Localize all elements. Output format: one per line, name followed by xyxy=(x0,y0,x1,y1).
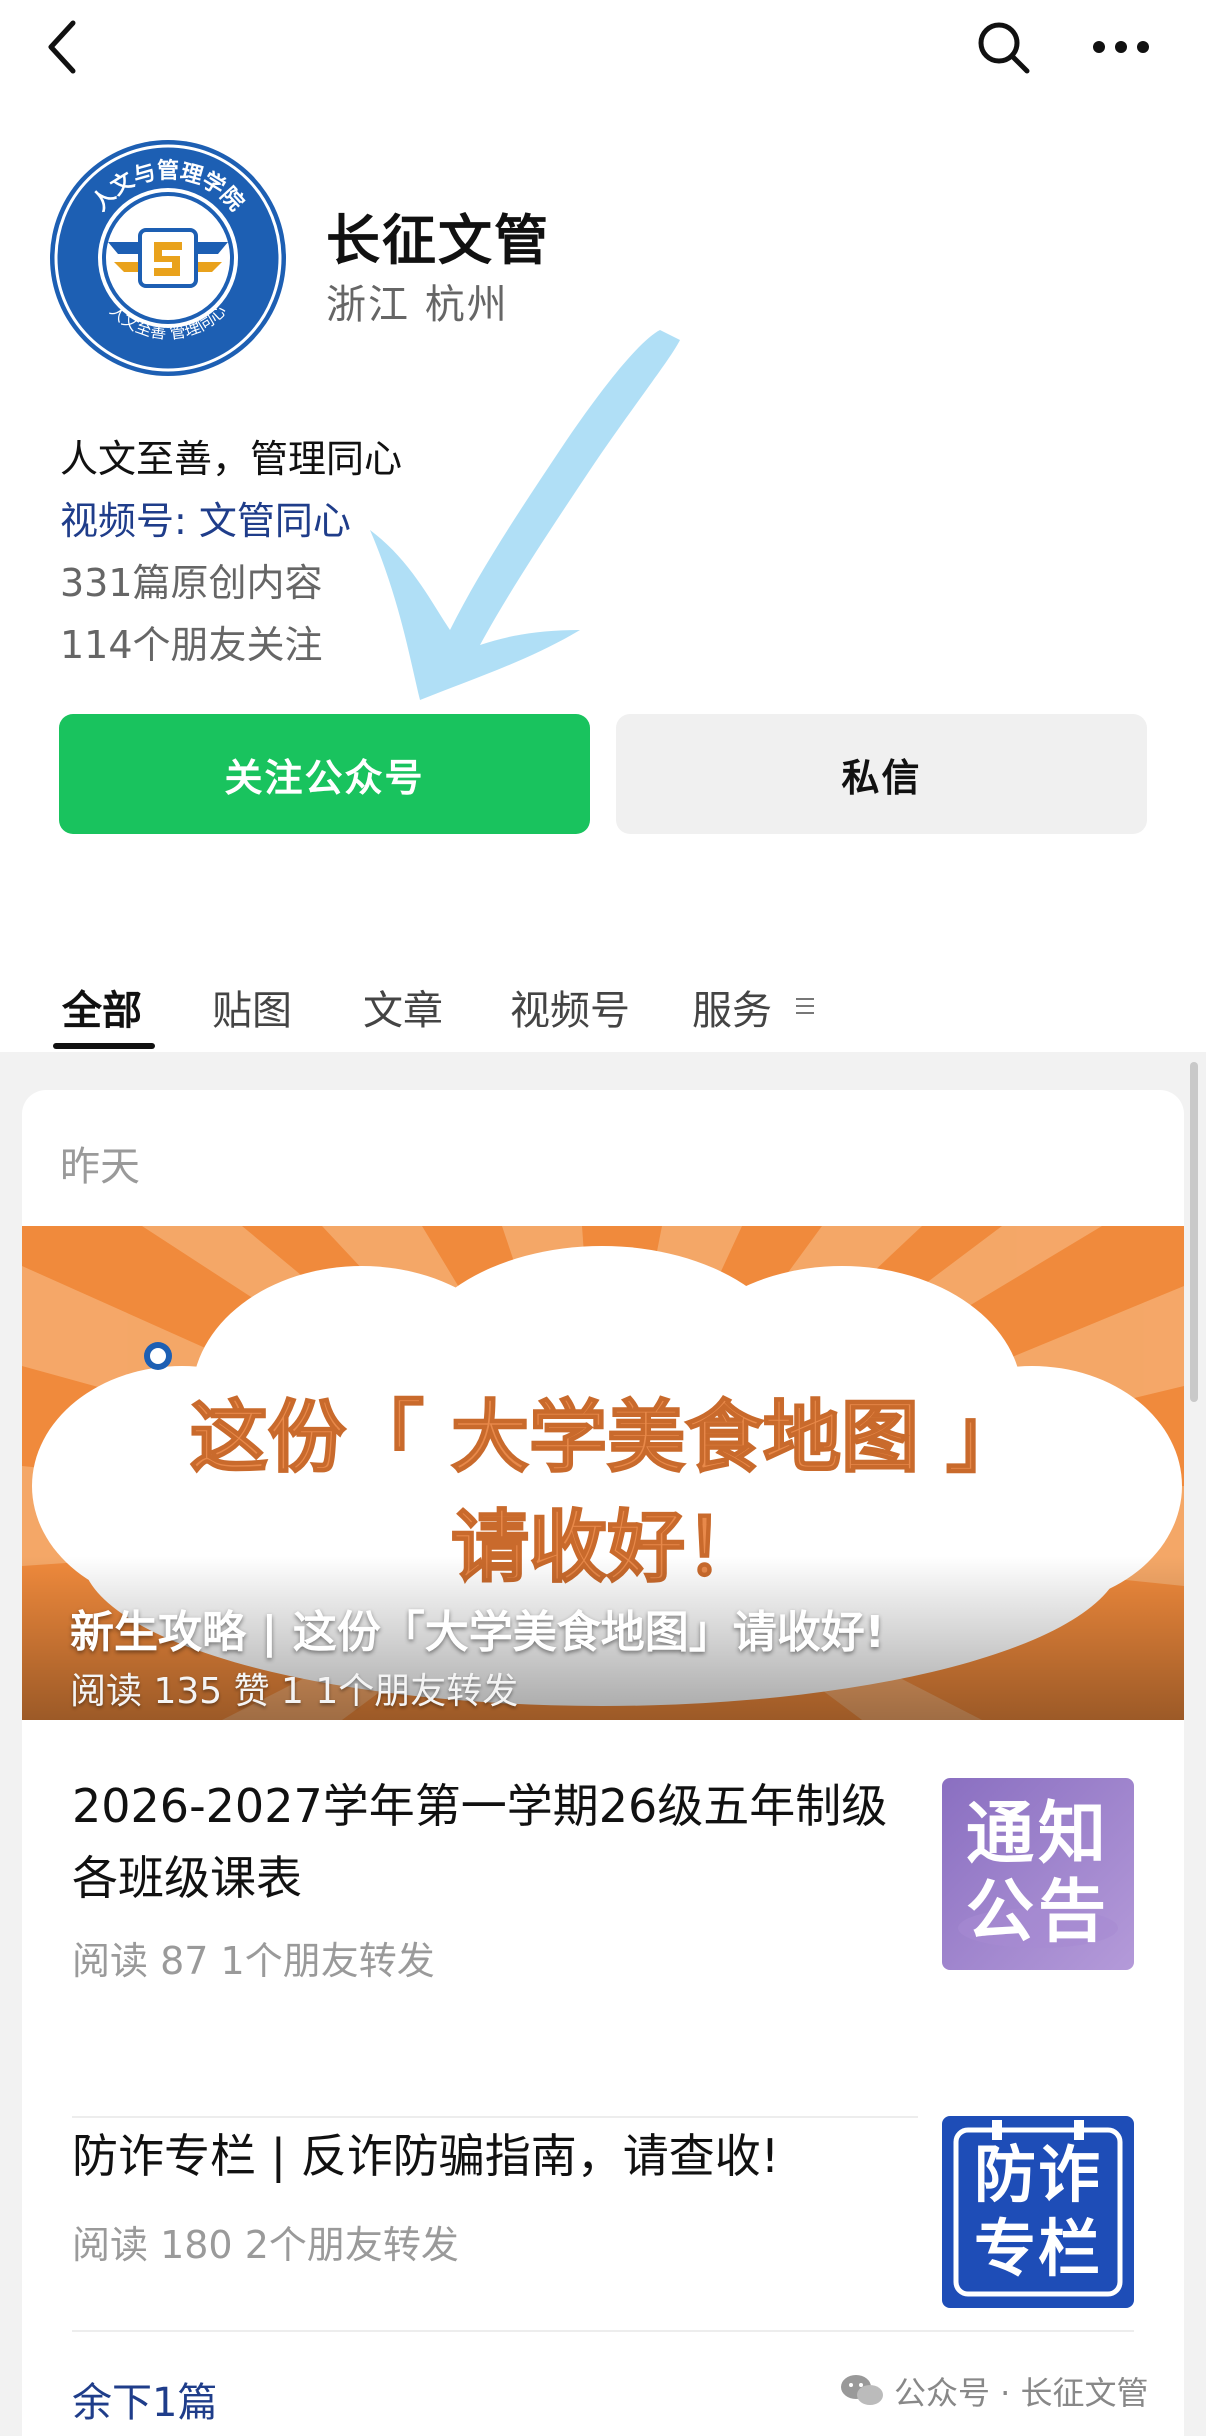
featured-article-title: 新生攻略 | 这份「大学美食地图」请收好! xyxy=(70,1607,885,1658)
tab-image-posts[interactable]: 贴图 xyxy=(212,978,292,1036)
search-button[interactable] xyxy=(968,12,1038,82)
article-meta: 阅读 87 1个朋友转发 xyxy=(72,1939,435,1983)
active-tab-indicator xyxy=(53,1043,155,1049)
search-icon xyxy=(978,22,1030,74)
article-title: 2026-2027学年第一学期26级五年制级各班级课表 xyxy=(72,1779,888,1905)
wechat-icon xyxy=(841,2375,883,2405)
top-bar xyxy=(0,0,1206,100)
article-thumbnail: 通知公告 xyxy=(942,1778,1134,1970)
article-item[interactable]: 2026-2027学年第一学期26级五年制级各班级课表 阅读 87 1个朋友转发… xyxy=(22,1760,1184,2118)
scrollbar[interactable] xyxy=(1190,1062,1198,1402)
thumbnail-text: 通知公告 xyxy=(965,1795,1110,1952)
tab-services[interactable]: 服务 xyxy=(692,978,772,1036)
feed-card: 昨天 这份「 大学美食地图 」 请收好！ 新生攻略 | 这份「大学美食地图」请收… xyxy=(22,1090,1184,2436)
video-channel-link[interactable]: 视频号: 文管同心 xyxy=(60,490,351,545)
annotation-arrow xyxy=(370,330,680,700)
friends-following[interactable]: 114个朋友关注 xyxy=(60,614,323,669)
tab-articles[interactable]: 文章 xyxy=(363,978,443,1036)
chevron-left-icon xyxy=(48,20,76,74)
article-item[interactable]: 防诈专栏 | 反诈防骗指南，请查收! 阅读 180 2个朋友转发 防诈专栏 xyxy=(22,2090,1184,2350)
article-title: 防诈专栏 | 反诈防骗指南，请查收! xyxy=(72,2129,780,2183)
more-dots-icon xyxy=(1093,41,1149,53)
more-button[interactable] xyxy=(1086,12,1156,82)
featured-article-meta: 阅读 135 赞 1 1个朋友转发 xyxy=(70,1671,519,1712)
watermark: 公众号 · 长征文管 xyxy=(840,2368,1149,2414)
featured-article[interactable]: 这份「 大学美食地图 」 请收好！ 新生攻略 | 这份「大学美食地图」请收好! … xyxy=(22,1226,1184,1720)
college-seal-logo: 人文与管理学院 人文至善 管理同心 xyxy=(50,140,286,376)
account-name: 长征文管 xyxy=(326,209,550,272)
article-meta: 阅读 180 2个朋友转发 xyxy=(72,2223,459,2267)
list-divider xyxy=(72,2330,1134,2332)
banner-image-line1: 这份「 大学美食地图 」 xyxy=(190,1393,1024,1483)
list-menu-icon[interactable] xyxy=(795,996,815,1016)
article-thumbnail: 防诈专栏 xyxy=(942,2116,1134,2308)
thumbnail-text: 防诈专栏 xyxy=(973,2138,1102,2285)
content-tabs: 全部 贴图 文章 视频号 服务 xyxy=(0,960,1206,1050)
follow-button[interactable]: 关注公众号 xyxy=(59,714,590,834)
message-button[interactable]: 私信 xyxy=(616,714,1147,834)
tab-video-channel[interactable]: 视频号 xyxy=(510,978,630,1036)
remaining-articles-link[interactable]: 余下1篇 xyxy=(72,2370,217,2428)
date-label: 昨天 xyxy=(60,1144,140,1190)
watermark-text: 公众号 · 长征文管 xyxy=(894,2374,1149,2412)
original-count: 331篇原创内容 xyxy=(60,561,323,605)
account-avatar[interactable]: 人文与管理学院 人文至善 管理同心 xyxy=(48,138,288,378)
tab-all[interactable]: 全部 xyxy=(62,978,142,1036)
back-button[interactable] xyxy=(28,12,98,82)
